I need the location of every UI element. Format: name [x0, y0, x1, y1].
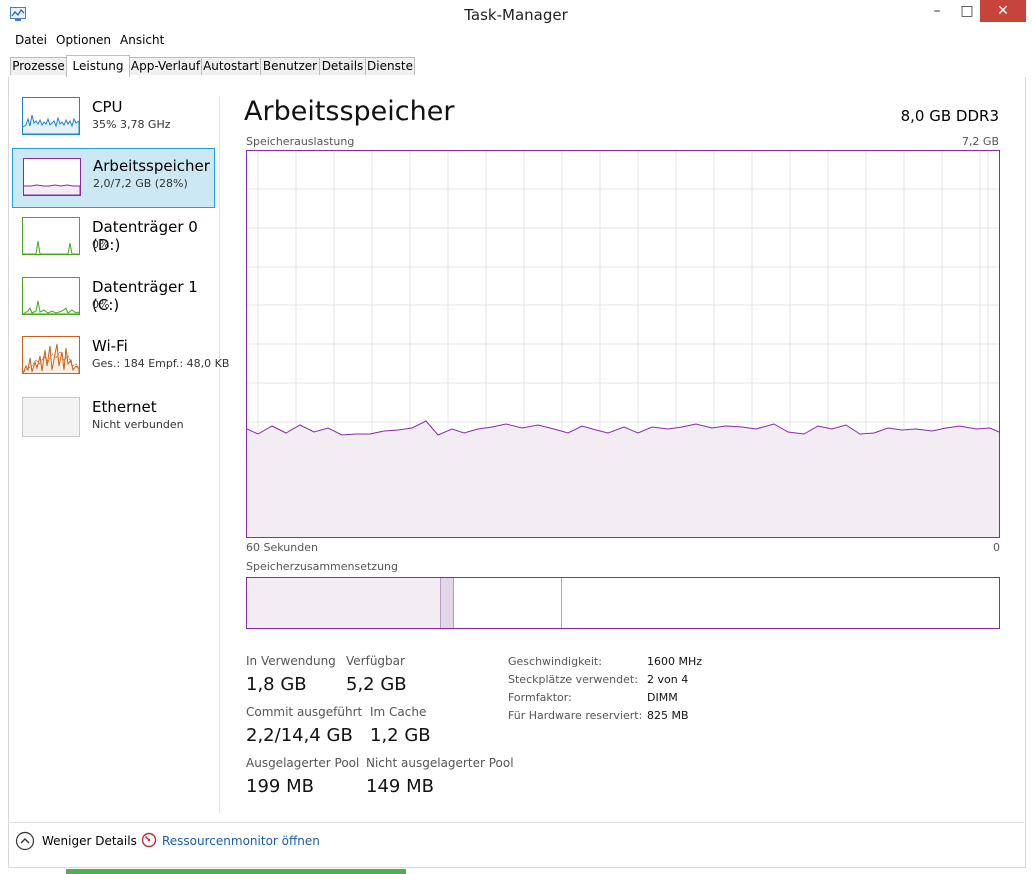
sidebar-item-cpu[interactable]: CPU 35% 3,78 GHz — [12, 92, 215, 150]
window-title: Task-Manager — [464, 6, 568, 24]
sidebar-item-subtitle: Ges.: 184 Empf.: 48,0 KB — [92, 357, 230, 370]
taskbar-indicator — [66, 869, 406, 874]
open-resource-monitor-link[interactable]: Ressourcenmonitor öffnen — [162, 834, 320, 848]
sidebar-item-title: CPU — [92, 98, 123, 116]
sidebar-item-title: Wi-Fi — [92, 337, 128, 355]
sidebar-item-ethernet[interactable]: Ethernet Nicht verbunden — [12, 392, 215, 450]
tab-autostart[interactable]: Autostart — [201, 57, 261, 75]
commit-label: Commit ausgeführt — [246, 705, 363, 719]
sidebar-item-wifi[interactable]: Wi-Fi Ges.: 184 Empf.: 48,0 KB — [12, 331, 229, 389]
usage-graph-max: 7,2 GB — [961, 135, 999, 148]
slots-label: Steckplätze verwendet: — [508, 673, 638, 686]
form-factor-label: Formfaktor: — [508, 691, 572, 704]
memory-composition-bar — [246, 577, 1000, 629]
sidebar-item-disk0[interactable]: Datenträger 0 (D:) 0% — [12, 212, 215, 270]
disk1-thumbnail-graph — [22, 277, 80, 315]
tab-dienste[interactable]: Dienste — [365, 57, 415, 75]
sidebar-item-subtitle: 0% — [92, 238, 110, 251]
tab-prozesse[interactable]: Prozesse — [10, 57, 67, 75]
menu-ansicht[interactable]: Ansicht — [120, 33, 164, 47]
menu-optionen[interactable]: Optionen — [56, 33, 111, 47]
graph-time-right: 0 — [993, 541, 1000, 554]
ethernet-thumbnail-graph — [22, 397, 80, 437]
sidebar-item-title: Arbeitsspeicher — [93, 157, 210, 175]
footer — [8, 822, 1024, 863]
less-details-button[interactable]: Weniger Details — [42, 834, 137, 848]
page-title: Arbeitsspeicher — [244, 96, 455, 127]
tab-leistung[interactable]: Leistung — [66, 55, 130, 77]
available-label: Verfügbar — [346, 654, 405, 668]
in-use-label: In Verwendung — [246, 654, 336, 668]
cache-label: Im Cache — [370, 705, 427, 719]
tab-details[interactable]: Details — [319, 57, 366, 75]
wifi-thumbnail-graph — [22, 336, 80, 374]
sidebar-item-title: Ethernet — [92, 398, 157, 416]
speed-value: 1600 MHz — [647, 655, 703, 668]
commit-value: 2,2/14,4 GB — [246, 725, 353, 746]
available-value: 5,2 GB — [346, 674, 407, 695]
close-button[interactable]: ✕ — [980, 0, 1026, 22]
speed-label: Geschwindigkeit: — [508, 655, 602, 668]
tab-app-verlauf[interactable]: App-Verlauf — [129, 57, 202, 75]
nonpaged-pool-value: 149 MB — [366, 776, 434, 797]
sidebar-item-subtitle: Nicht verbunden — [92, 418, 184, 431]
minimize-button[interactable]: – — [920, 0, 954, 22]
sidebar-item-subtitle: 2,0/7,2 GB (28%) — [93, 177, 188, 190]
cpu-thumbnail-graph — [22, 97, 80, 135]
hardware-reserved-value: 825 MB — [647, 709, 689, 722]
composition-label: Speicherzusammensetzung — [246, 560, 398, 573]
sidebar-item-subtitle: 0% — [92, 298, 110, 311]
graph-time-left: 60 Sekunden — [246, 541, 318, 554]
title-bar: Task-Manager – □ ✕ — [0, 0, 1032, 30]
sidebar-item-memory[interactable]: Arbeitsspeicher 2,0/7,2 GB (28%) — [12, 148, 215, 208]
sidebar-item-title: Datenträger 0 (D:) — [92, 218, 198, 254]
resource-monitor-icon — [141, 832, 157, 848]
memory-spec: 8,0 GB DDR3 — [900, 107, 999, 125]
form-factor-value: DIMM — [647, 691, 678, 704]
sidebar-item-disk1[interactable]: Datenträger 1 (C:) 0% — [12, 272, 215, 330]
in-use-value: 1,8 GB — [246, 674, 307, 695]
cache-value: 1,2 GB — [370, 725, 431, 746]
hardware-reserved-label: Für Hardware reserviert: — [508, 709, 643, 722]
memory-usage-graph — [246, 150, 1000, 538]
memory-thumbnail-graph — [23, 158, 81, 196]
usage-graph-label: Speicherauslastung — [246, 135, 355, 148]
disk0-thumbnail-graph — [22, 217, 80, 255]
nonpaged-pool-label: Nicht ausgelagerter Pool — [366, 756, 514, 770]
menu-datei[interactable]: Datei — [15, 33, 47, 47]
paged-pool-label: Ausgelagerter Pool — [246, 756, 360, 770]
slots-value: 2 von 4 — [647, 673, 689, 686]
sidebar-divider — [219, 97, 220, 813]
tab-strip: Prozesse Leistung App-Verlauf Autostart … — [8, 55, 1024, 78]
sidebar-item-subtitle: 35% 3,78 GHz — [92, 118, 171, 131]
maximize-button[interactable]: □ — [950, 0, 984, 22]
paged-pool-value: 199 MB — [246, 776, 314, 797]
tab-benutzer[interactable]: Benutzer — [260, 57, 320, 75]
sidebar-item-title: Datenträger 1 (C:) — [92, 278, 198, 314]
chevron-up-icon[interactable] — [15, 831, 35, 851]
menu-bar: Datei Optionen Ansicht — [8, 31, 1024, 50]
